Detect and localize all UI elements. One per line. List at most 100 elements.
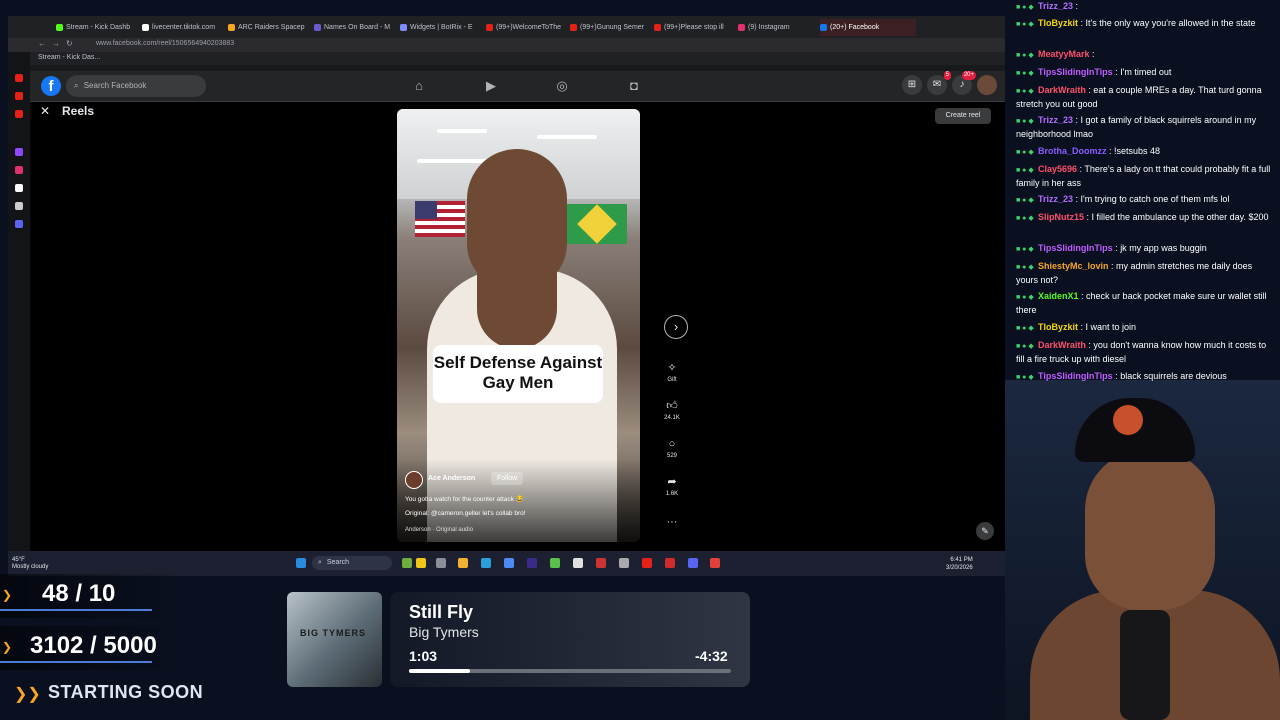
chat-username[interactable]: TloByzkit xyxy=(1038,18,1078,28)
search-input[interactable]: ⌕ Search Facebook xyxy=(66,75,206,97)
youtube-icon[interactable] xyxy=(642,558,652,568)
windows-start-icon[interactable] xyxy=(296,558,306,568)
gaming-icon[interactable]: ◘ xyxy=(626,78,642,94)
chat-message: ■ ● ◆ TloByzkit : I want to join xyxy=(1016,321,1274,335)
create-reel-button[interactable]: Create reel xyxy=(935,108,991,124)
widgets-icon[interactable] xyxy=(402,558,412,568)
next-reel-button[interactable]: › xyxy=(664,315,688,339)
app-icon[interactable] xyxy=(710,558,720,568)
chat-username[interactable]: DarkWraith xyxy=(1038,85,1086,95)
chat-username[interactable]: Trizz_23 xyxy=(1038,1,1073,11)
groups-icon[interactable]: ◎ xyxy=(554,78,570,94)
edit-icon[interactable]: ✎ xyxy=(976,522,994,540)
system-clock[interactable]: 6:41 PM 3/20/2026 xyxy=(946,556,973,572)
chat-separator: : xyxy=(1078,291,1087,301)
task-view-icon[interactable] xyxy=(436,558,446,568)
chat-badges-icon: ■ ● ◆ xyxy=(1016,197,1034,204)
more-icon: ··· xyxy=(666,516,678,528)
chat-username[interactable]: TipsSlidingInTips xyxy=(1038,67,1113,77)
reel-description-original[interactable]: Original: @cameron.geller let's collab b… xyxy=(405,510,526,517)
chat-username[interactable]: SlipNutz15 xyxy=(1038,212,1084,222)
reload-icon[interactable]: ↻ xyxy=(66,39,73,48)
chat-username[interactable]: MeatyyMark xyxy=(1038,49,1090,59)
twitch-icon[interactable] xyxy=(15,148,23,156)
chat-username[interactable]: TipsSlidingInTips xyxy=(1038,243,1113,253)
store-icon[interactable] xyxy=(504,558,514,568)
taskbar-search[interactable]: ⌕ Search xyxy=(312,556,392,570)
menu-grid-icon[interactable]: ⊞ xyxy=(902,75,922,95)
share-button[interactable]: ➦ 1.6K xyxy=(660,476,684,497)
font-app-icon[interactable] xyxy=(596,558,606,568)
gift-button[interactable]: ✧ Gift xyxy=(660,362,684,383)
chat-badges-icon: ■ ● ◆ xyxy=(1016,70,1034,77)
browser-tab[interactable]: Widgets | BotRix - E xyxy=(400,19,480,36)
follow-button[interactable]: Follow xyxy=(491,472,524,485)
address-bar[interactable]: ← → ↻ www.facebook.com/reel/150656494020… xyxy=(8,38,1005,52)
tiktok-icon[interactable] xyxy=(15,184,23,192)
discord-icon[interactable] xyxy=(688,558,698,568)
chat-username[interactable]: TipsSlidingInTips xyxy=(1038,371,1113,381)
opera-gx-icon[interactable] xyxy=(665,558,675,568)
browser-tab[interactable]: livecenter.tiktok.com xyxy=(142,19,222,36)
weather-widget[interactable]: 45°F Mostly cloudy xyxy=(12,557,48,571)
goal-divider xyxy=(0,609,152,611)
back-icon[interactable]: ← xyxy=(38,39,46,48)
youtube-icon[interactable] xyxy=(15,110,23,118)
reel-audio[interactable]: Anderson · Original audio xyxy=(405,527,473,533)
comment-button[interactable]: ○ 529 xyxy=(660,438,684,459)
chat-username[interactable]: DarkWraith xyxy=(1038,340,1086,350)
chat-username[interactable]: TloByzkit xyxy=(1038,322,1078,332)
avatar[interactable] xyxy=(977,75,997,95)
bookmark-kick[interactable]: Stream - Kick Das... xyxy=(38,54,100,61)
facebook-logo[interactable]: f xyxy=(41,76,61,96)
windows-taskbar: 45°F Mostly cloudy ⌕ Search 6:41 PM 3/20… xyxy=(8,551,1005,576)
browser-tab[interactable]: (9) Instagram xyxy=(738,19,818,36)
browser-tab[interactable]: Names On Board - M xyxy=(314,19,394,36)
like-button[interactable]: 👍︎ 24.1K xyxy=(660,400,684,421)
chat-username[interactable]: Clay5696 xyxy=(1038,164,1077,174)
weather-condition: Mostly cloudy xyxy=(12,564,49,570)
chat-username[interactable]: XaidenX1 xyxy=(1038,291,1079,301)
chat-username[interactable]: Trizz_23 xyxy=(1038,194,1073,204)
song-artist: Big Tymers xyxy=(409,624,479,640)
edge-icon[interactable] xyxy=(481,558,491,568)
chat-badges-icon: ■ ● ◆ xyxy=(1016,246,1034,253)
video-icon[interactable]: ▶ xyxy=(483,78,499,94)
messenger-icon[interactable]: ✉ 5 xyxy=(927,71,951,95)
file-explorer-icon[interactable] xyxy=(458,558,468,568)
instagram-icon[interactable] xyxy=(15,166,23,174)
reel-video[interactable]: Self Defense Against Gay Men Ace Anderso… xyxy=(397,109,640,542)
settings-icon[interactable] xyxy=(619,558,629,568)
premiere-icon[interactable] xyxy=(527,558,537,568)
chat-separator: : xyxy=(1073,115,1081,125)
chat-username[interactable]: Trizz_23 xyxy=(1038,115,1073,125)
youtube-icon[interactable] xyxy=(15,92,23,100)
nvidia-icon[interactable] xyxy=(550,558,560,568)
browser-tab[interactable]: (99+)Gunung Semer xyxy=(570,19,648,36)
chevron-icon: ❯❯ xyxy=(14,686,41,703)
chat-username[interactable]: ShiestyMc_lovin xyxy=(1038,261,1109,271)
widgets-icon[interactable] xyxy=(416,558,426,568)
youtube-icon[interactable] xyxy=(15,74,23,82)
author-avatar[interactable] xyxy=(405,471,423,489)
close-icon[interactable]: ✕ xyxy=(40,104,50,118)
obs-icon[interactable] xyxy=(573,558,583,568)
browser-tab[interactable]: (99+)WelcomeToThe xyxy=(486,19,564,36)
chat-text: !setsubs 48 xyxy=(1114,146,1161,156)
chat-message: ■ ● ◆ Clay5696 : There's a lady on tt tha… xyxy=(1016,163,1274,190)
discord-icon[interactable] xyxy=(15,220,23,228)
forward-icon[interactable]: → xyxy=(52,39,60,48)
notifications-icon[interactable]: ♪ 20+ xyxy=(952,71,976,95)
chat-separator: : xyxy=(1078,18,1086,28)
url-text[interactable]: www.facebook.com/reel/1506564940203883 xyxy=(96,40,234,47)
home-icon[interactable]: ⌂ xyxy=(411,78,427,94)
browser-tab[interactable]: (20+) Facebook xyxy=(820,19,916,36)
browser-tab[interactable]: ARC Raiders Spacep xyxy=(228,19,308,36)
person-head xyxy=(467,149,567,289)
browser-tab[interactable]: (99+)Please stop ill xyxy=(654,19,732,36)
chat-username[interactable]: Brotha_Doomzz xyxy=(1038,146,1107,156)
x-icon[interactable] xyxy=(15,202,23,210)
author-name[interactable]: Ace Anderson xyxy=(428,475,475,482)
browser-tab[interactable]: Stream - Kick Dashb xyxy=(56,19,136,36)
more-options-button[interactable]: ··· xyxy=(660,516,684,529)
